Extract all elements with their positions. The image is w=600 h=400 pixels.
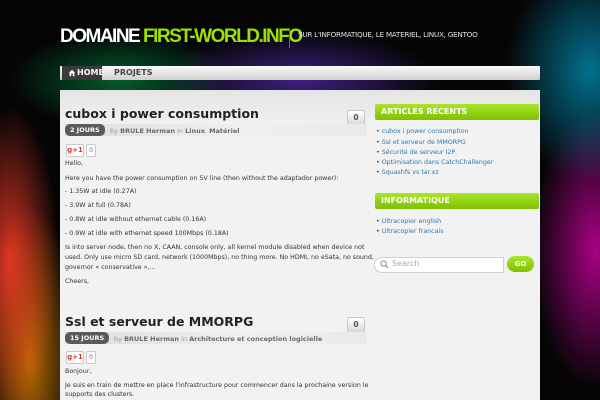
- post-paragraph: Cheers,: [65, 278, 90, 285]
- widget-title: INFORMATIQUE: [381, 196, 450, 205]
- informatique-link[interactable]: • Ultracopier francais: [376, 228, 444, 235]
- post-title[interactable]: Ssl et serveur de MMORPG: [65, 314, 253, 329]
- post-paragraph: supports des clusters.: [65, 391, 135, 398]
- post-paragraph: Is into server node, then no X, CAAN, co…: [65, 244, 365, 251]
- widget-title: ARTICLES RECENTS: [381, 107, 468, 116]
- post-category[interactable]: Linux: [185, 127, 205, 135]
- widget-header-informatique: INFORMATIQUE: [375, 193, 539, 209]
- recent-article-link[interactable]: • cubox i power consumption: [376, 128, 469, 135]
- post-paragraph: used. Only use micro SD card, network (1…: [65, 254, 374, 261]
- google-plus-button[interactable]: g+1: [66, 144, 84, 157]
- post-meta: by BRULE Herman in Linux, Matériel: [110, 127, 240, 135]
- google-plus-count: 0: [86, 351, 96, 364]
- post-date-badge: 15 JOURS: [65, 332, 110, 344]
- post-paragraph: Bonjour,: [65, 368, 92, 375]
- site-title-part2: FIRST-WORLD.INFO: [143, 26, 303, 47]
- nav-item-projets[interactable]: PROJETS: [114, 68, 152, 77]
- site-tagline: SUR L'INFORMATIQUE, LE MATERIEL, LINUX, …: [298, 30, 478, 39]
- search-placeholder: Search: [392, 259, 420, 268]
- recent-article-link[interactable]: • Sécurité de serveur I2P: [376, 149, 455, 156]
- post-paragraph: Here you have the power consumption on 5…: [65, 175, 339, 182]
- comment-count-badge[interactable]: 0: [347, 317, 365, 333]
- post-category[interactable]: Matériel: [209, 127, 239, 135]
- post-paragraph: governor « conservative »,...: [65, 264, 156, 271]
- nav-item-home-label: HOME: [77, 68, 104, 77]
- widget-header-recent: ARTICLES RECENTS: [375, 104, 539, 120]
- search-go-button[interactable]: GO: [507, 256, 534, 272]
- post-paragraph: Je suis en train de mettre en place l'in…: [65, 382, 369, 389]
- post-title[interactable]: cubox i power consumption: [65, 106, 259, 121]
- post-author[interactable]: BRULE Herman: [120, 127, 175, 135]
- recent-article-link[interactable]: • Optimisation dans CatchChallenger: [376, 159, 493, 166]
- home-icon: [68, 69, 76, 77]
- post-paragraph: - 0.8W at idle without ethernet cable (0…: [65, 216, 207, 223]
- post-paragraph: - 3.9W at full (0.78A): [65, 202, 131, 209]
- header-divider: [289, 28, 290, 48]
- post-category[interactable]: Architecture et conception logicielle: [189, 335, 322, 343]
- search-icon: [380, 260, 389, 269]
- post-paragraph: - 1.35W at idle (0.27A): [65, 188, 137, 195]
- site-title-part1: DOMAINE: [60, 26, 141, 47]
- post-paragraph: Hello,: [65, 160, 83, 167]
- recent-article-link[interactable]: • Ssl et serveur de MMORPG: [376, 139, 466, 146]
- informatique-link[interactable]: • Ultracopier english: [376, 218, 441, 225]
- google-plus-count: 0: [86, 144, 96, 157]
- post-date-badge: 2 JOURS: [65, 124, 105, 136]
- post-meta: by BRULE Herman in Architecture et conce…: [114, 335, 323, 343]
- recent-article-link[interactable]: • Squashfs vs tar.xz: [376, 169, 439, 176]
- post-author[interactable]: BRULE Herman: [124, 335, 179, 343]
- google-plus-button[interactable]: g+1: [66, 351, 84, 364]
- nav-item-home[interactable]: HOME: [62, 66, 104, 80]
- site-title[interactable]: DOMAINE FIRST-WORLD.INFO: [60, 26, 303, 48]
- post-paragraph: - 0.9W at idle with ethernet speed 100Mb…: [65, 230, 229, 237]
